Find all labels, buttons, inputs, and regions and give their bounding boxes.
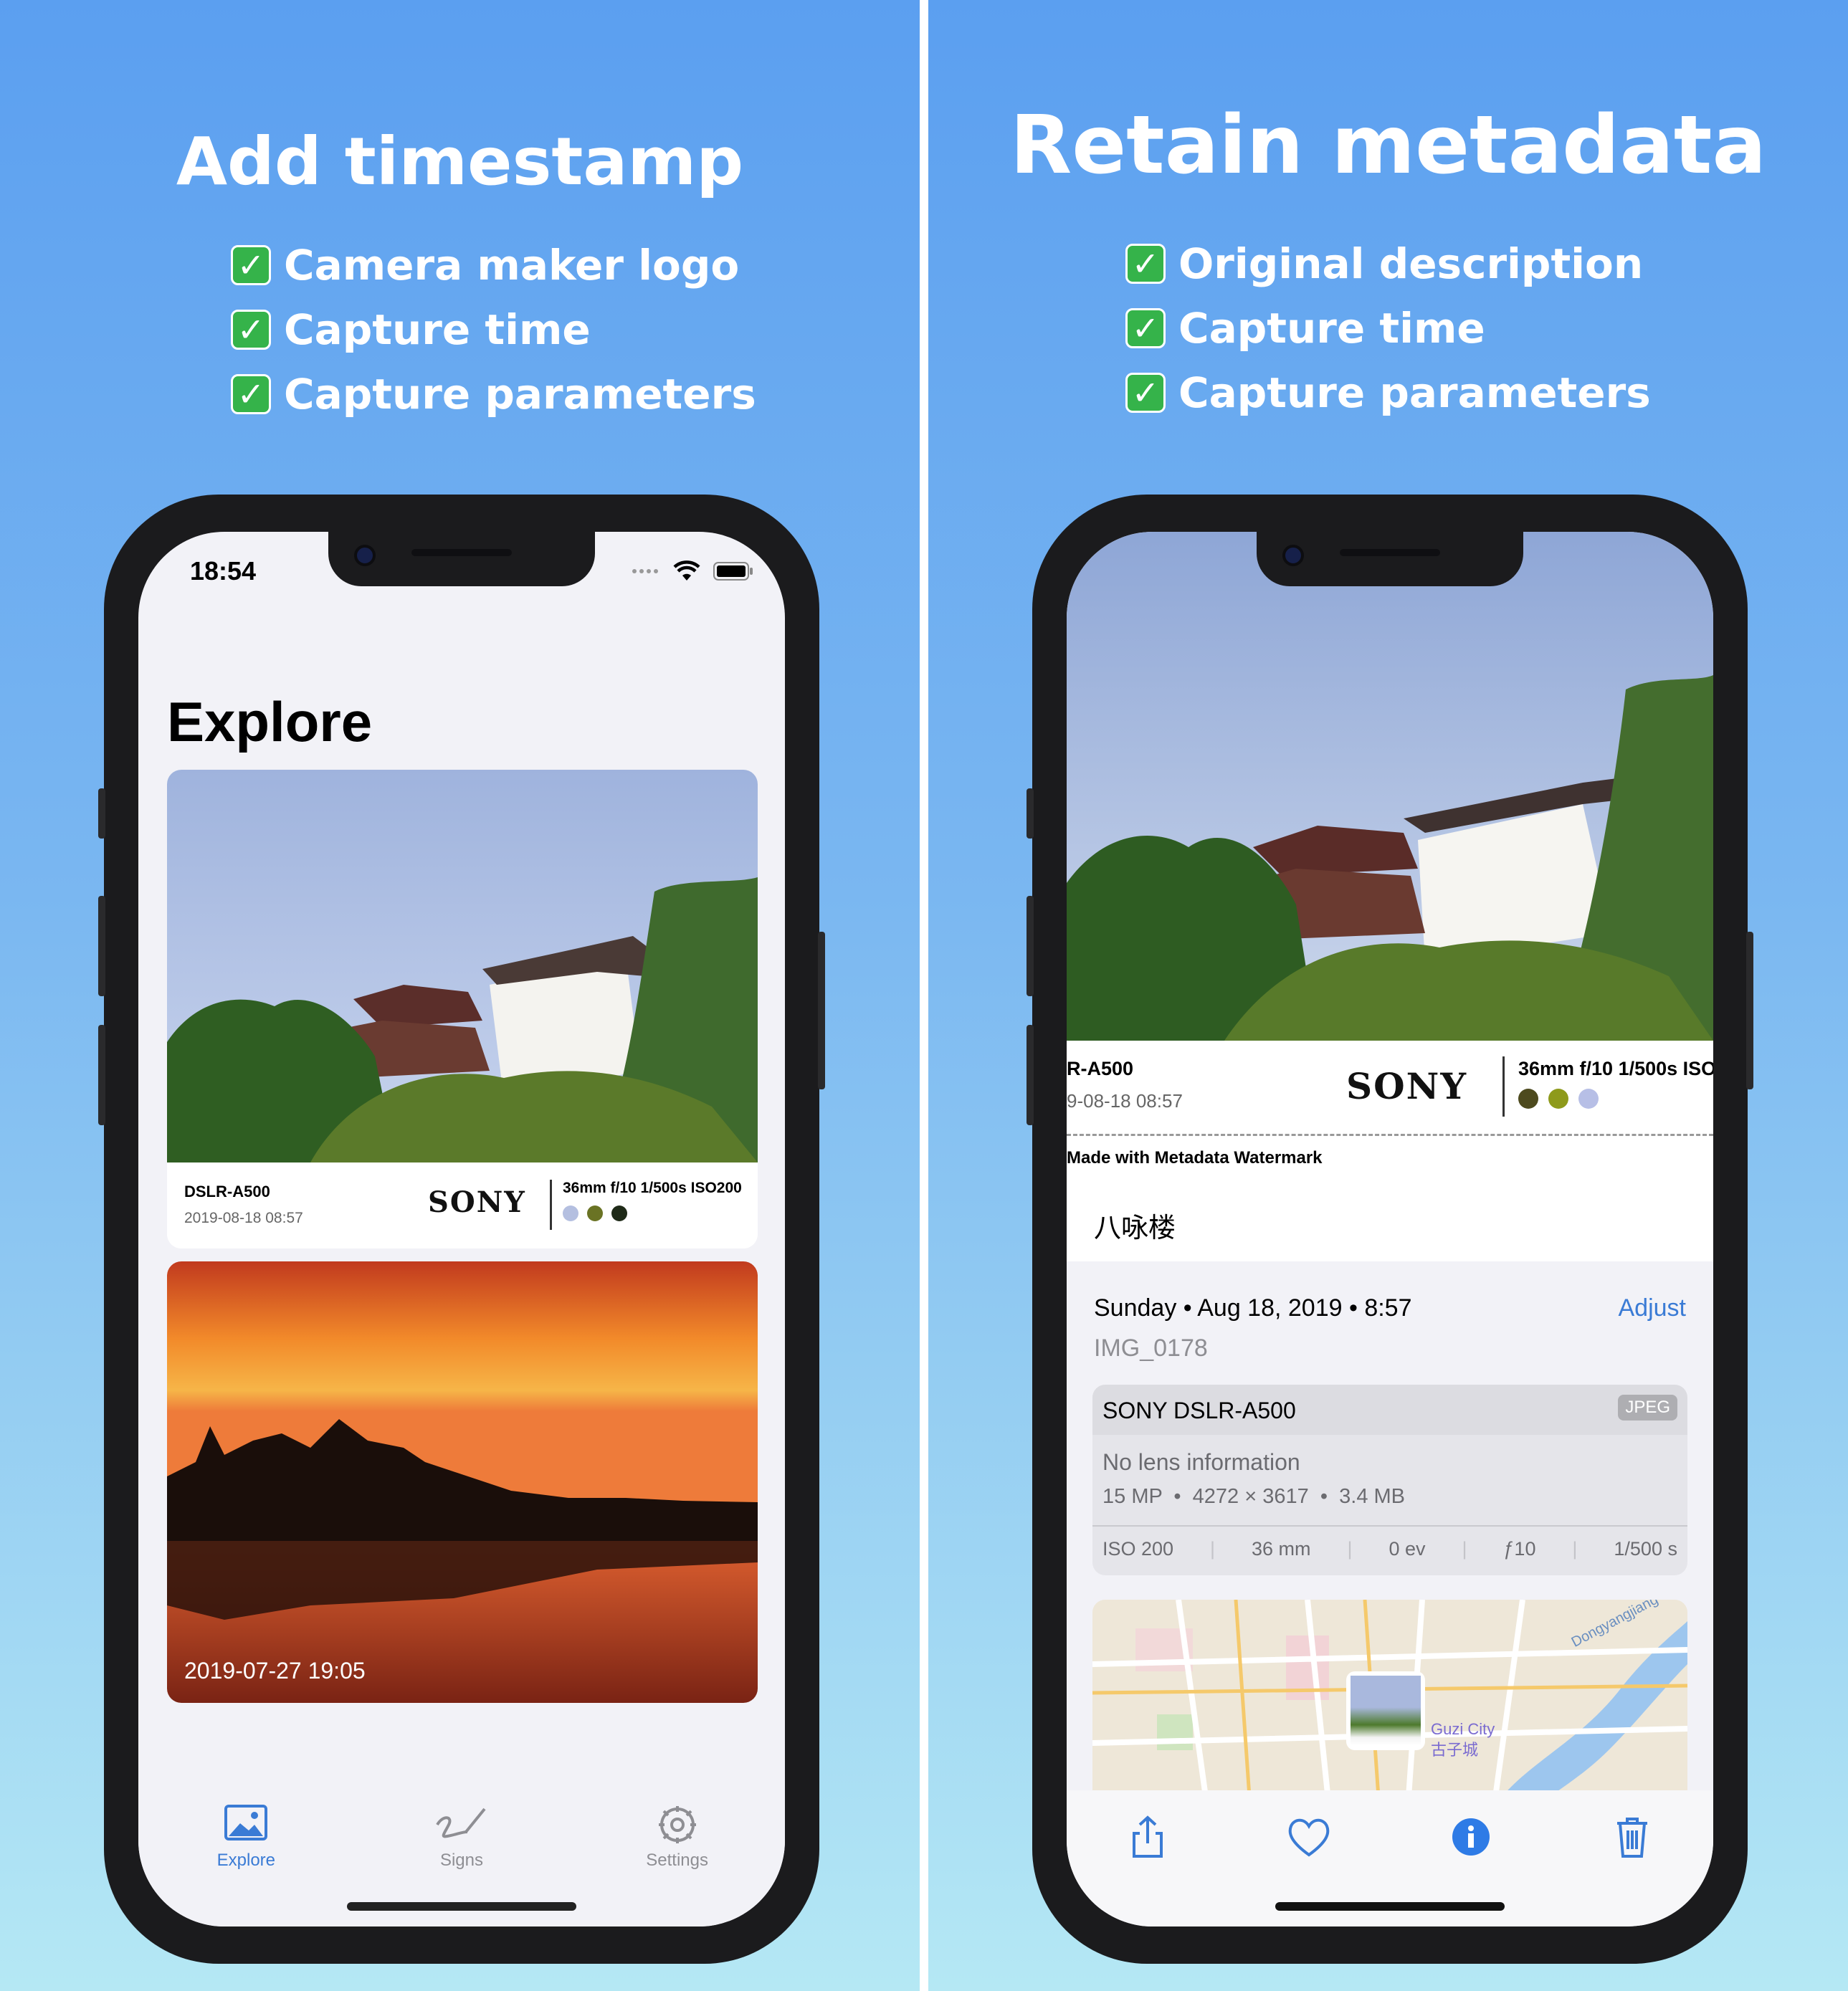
feature-item: ✓ Capture time [231, 305, 591, 354]
exif-row: ISO 200 | 36 mm | 0 ev | ƒ10 | 1/500 s [1102, 1538, 1677, 1560]
info-icon[interactable] [1446, 1812, 1496, 1862]
watermark-bar: R-A500 9-08-18 08:57 SONY 36mm f/10 1/50… [1067, 1041, 1713, 1134]
exif-focal: 36 mm [1251, 1538, 1311, 1560]
page-title: Explore [167, 690, 373, 753]
caption-section: Made with Metadata Watermark 八咏楼 [1067, 1134, 1713, 1261]
swatch [563, 1205, 578, 1221]
feature-item: ✓ Camera maker logo [231, 241, 739, 290]
swatch [611, 1205, 627, 1221]
map-city-label-zh: 古子城 [1431, 1741, 1479, 1759]
feature-item: ✓ Capture parameters [231, 370, 756, 419]
made-with-label: Made with Metadata Watermark [1067, 1148, 1323, 1168]
left-panel: Add timestamp ✓ Camera maker logo ✓ Capt… [0, 0, 920, 1991]
tab-label: Explore [216, 1851, 276, 1870]
capture-params: 36mm f/10 1/500s ISO200 [563, 1180, 742, 1196]
camera-model: R-A500 [1067, 1058, 1134, 1079]
feature-label: Capture time [284, 305, 591, 354]
swatch [1548, 1089, 1568, 1109]
color-swatches [1518, 1089, 1713, 1109]
phone-screen: 18:54 Explore DSLR-A500 2019-08-18 08:57… [138, 532, 785, 1926]
feature-label: Capture parameters [284, 370, 756, 419]
battery-icon [713, 562, 753, 581]
capture-date: 9-08-18 08:57 [1067, 1090, 1183, 1112]
checkmark-icon: ✓ [231, 310, 271, 350]
map-city-label: Guzi City [1431, 1720, 1495, 1738]
notch [1257, 532, 1523, 586]
photo-caption[interactable]: 八咏楼 [1094, 1205, 1176, 1245]
photo-card[interactable]: 2019-07-27 19:05 [167, 1261, 758, 1703]
heart-icon[interactable] [1284, 1812, 1334, 1862]
adjust-button[interactable]: Adjust [1619, 1294, 1687, 1322]
feature-item: ✓ Capture time [1125, 304, 1485, 353]
watermark-bar: DSLR-A500 2019-08-18 08:57 SONY 36mm f/1… [167, 1162, 758, 1248]
home-indicator [347, 1902, 576, 1911]
camera-name: SONY DSLR-A500 [1102, 1398, 1296, 1423]
brand-logo: SONY [428, 1185, 526, 1219]
photo-pagoda-full [1067, 532, 1713, 1041]
camera-model: DSLR-A500 [184, 1183, 270, 1200]
feature-label: Capture parameters [1178, 368, 1651, 417]
capture-date: 2019-08-18 08:57 [184, 1210, 303, 1226]
format-badge: JPEG [1618, 1395, 1677, 1421]
status-icons [632, 560, 753, 582]
date-overlay: 2019-07-27 19:05 [184, 1658, 366, 1684]
share-icon[interactable] [1123, 1812, 1173, 1862]
trash-icon[interactable] [1607, 1812, 1657, 1862]
photo-card[interactable]: DSLR-A500 2019-08-18 08:57 SONY 36mm f/1… [167, 770, 758, 1248]
home-indicator [1275, 1902, 1505, 1911]
right-panel: Retain metadata ✓ Original description ✓… [928, 0, 1848, 1991]
color-swatches [563, 1205, 742, 1221]
right-headline: Retain metadata [1009, 99, 1767, 192]
map-photo-pin[interactable] [1346, 1671, 1425, 1750]
feature-label: Original description [1178, 239, 1644, 288]
tab-settings[interactable]: Settings [606, 1790, 749, 1926]
image-specs: 15 MP • 4272 × 3617 • 3.4 MB [1102, 1485, 1406, 1508]
panel-divider [920, 0, 928, 1991]
lens-info: No lens information [1102, 1449, 1300, 1475]
photo-pagoda [167, 770, 758, 1162]
file-name: IMG_0178 [1094, 1335, 1208, 1362]
swatch [1518, 1089, 1538, 1109]
checkmark-icon: ✓ [231, 374, 271, 414]
photo-icon [224, 1805, 268, 1840]
gear-icon [658, 1806, 696, 1843]
checkmark-icon: ✓ [1125, 373, 1166, 413]
notch [328, 532, 595, 586]
status-time: 18:54 [190, 556, 257, 586]
feature-label: Camera maker logo [284, 241, 740, 290]
location-map[interactable]: Dongyangjiang Guzi City 古子城 [1092, 1600, 1687, 1808]
phone-frame: R-A500 9-08-18 08:57 SONY 36mm f/10 1/50… [1027, 495, 1753, 1964]
tab-label: Settings [646, 1851, 708, 1870]
capture-params: 36mm f/10 1/500s ISO [1518, 1058, 1713, 1079]
left-headline: Add timestamp [176, 123, 744, 200]
swatch [1578, 1089, 1599, 1109]
phone-screen: R-A500 9-08-18 08:57 SONY 36mm f/10 1/50… [1067, 532, 1713, 1926]
checkmark-icon: ✓ [1125, 308, 1166, 348]
phone-frame: 18:54 Explore DSLR-A500 2019-08-18 08:57… [98, 495, 825, 1964]
capture-datetime: Sunday • Aug 18, 2019 • 8:57 [1094, 1294, 1412, 1322]
exif-iso: ISO 200 [1102, 1538, 1174, 1560]
checkmark-icon: ✓ [231, 245, 271, 285]
feature-label: Capture time [1178, 304, 1485, 353]
tab-label: Signs [439, 1851, 483, 1870]
brand-logo: SONY [1346, 1065, 1468, 1107]
exif-shutter: 1/500 s [1614, 1538, 1677, 1560]
exif-aperture: ƒ10 [1503, 1538, 1536, 1560]
tab-explore[interactable]: Explore [174, 1790, 318, 1926]
wifi-icon [673, 560, 700, 581]
signal-icon [632, 569, 658, 573]
exif-ev: 0 ev [1389, 1538, 1426, 1560]
swatch [587, 1205, 603, 1221]
photo-sunset [167, 1261, 758, 1703]
camera-info-card: SONY DSLR-A500 JPEG No lens information … [1092, 1385, 1687, 1575]
feature-item: ✓ Capture parameters [1125, 368, 1651, 417]
checkmark-icon: ✓ [1125, 244, 1166, 284]
feature-item: ✓ Original description [1125, 239, 1643, 288]
signature-icon [436, 1808, 486, 1838]
